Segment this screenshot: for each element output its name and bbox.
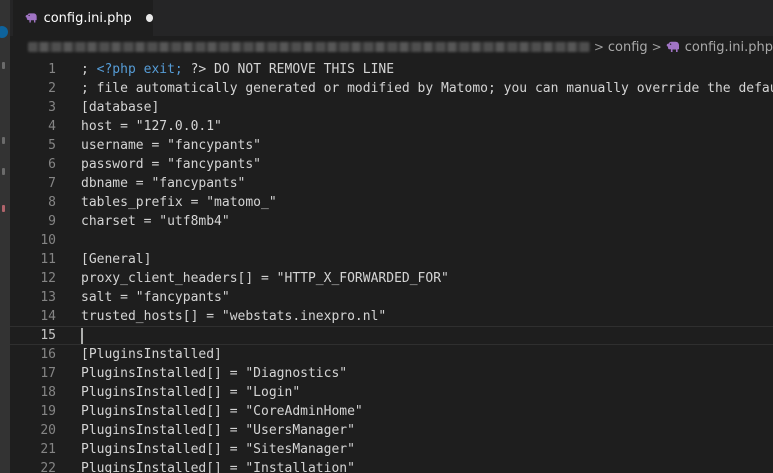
code-line[interactable]: 19 PluginsInstalled[] = "CoreAdminHome" bbox=[10, 402, 773, 421]
code-line[interactable]: 6 password = "fancypants" bbox=[10, 155, 773, 174]
code-line[interactable]: 20 PluginsInstalled[] = "UsersManager" bbox=[10, 421, 773, 440]
activity-icon[interactable] bbox=[2, 205, 5, 212]
line-number: 11 bbox=[40, 252, 56, 267]
breadcrumb-separator: > bbox=[651, 40, 662, 54]
breadcrumb-blurred-path bbox=[28, 42, 590, 52]
code-line[interactable]: 7 dbname = "fancypants" bbox=[10, 174, 773, 193]
line-text: ; <?php exit; ?> DO NOT REMOVE THIS LINE bbox=[81, 60, 394, 79]
code-line[interactable]: 14 trusted_hosts[] = "webstats.inexpro.nl… bbox=[10, 307, 773, 326]
breadcrumb: > config > config.ini.php bbox=[10, 36, 773, 58]
line-text: [database] bbox=[81, 100, 160, 115]
line-number: 20 bbox=[40, 423, 56, 438]
text-cursor bbox=[81, 328, 83, 344]
code-editor-window: config.ini.php > config > config.ini.php… bbox=[0, 0, 773, 473]
line-text: ; file automatically generated or modifi… bbox=[81, 81, 773, 96]
code-line[interactable]: 15 bbox=[10, 326, 773, 345]
line-number: 9 bbox=[48, 214, 56, 229]
code-line[interactable]: 2 ; file automatically generated or modif… bbox=[10, 79, 773, 98]
activity-icon[interactable] bbox=[2, 62, 5, 69]
line-text: [General] bbox=[81, 252, 152, 267]
code-line[interactable]: 5 username = "fancypants" bbox=[10, 136, 773, 155]
code-line[interactable]: 8 tables_prefix = "matomo_" bbox=[10, 193, 773, 212]
line-number: 2 bbox=[48, 81, 56, 96]
line-text: PluginsInstalled[] = "Diagnostics" bbox=[81, 366, 348, 381]
line-text-rest: ?> DO NOT REMOVE THIS LINE bbox=[182, 62, 395, 77]
line-number: 15 bbox=[40, 328, 56, 343]
line-text: host = "127.0.0.1" bbox=[81, 119, 222, 134]
code-line[interactable]: 22 PluginsInstalled[] = "Installation" bbox=[10, 459, 773, 473]
code-line[interactable]: 9 charset = "utf8mb4" bbox=[10, 212, 773, 231]
line-number: 21 bbox=[40, 442, 56, 457]
line-text: PluginsInstalled[] = "SitesManager" bbox=[81, 442, 355, 457]
line-text: tables_prefix = "matomo_" bbox=[81, 195, 277, 210]
line-number: 1 bbox=[48, 62, 56, 77]
code-line[interactable]: 12 proxy_client_headers[] = "HTTP_X_FORWA… bbox=[10, 269, 773, 288]
notification-badge[interactable] bbox=[0, 26, 8, 38]
line-text: proxy_client_headers[] = "HTTP_X_FORWARD… bbox=[81, 271, 449, 286]
php-elephant-icon bbox=[25, 13, 37, 23]
line-number: 22 bbox=[40, 461, 56, 473]
line-number: 10 bbox=[40, 233, 56, 248]
code-text-area[interactable]: 1; <?php exit; ?> DO NOT REMOVE THIS LIN… bbox=[10, 60, 773, 473]
line-text: [PluginsInstalled] bbox=[81, 347, 222, 362]
line-text: PluginsInstalled[] = "Login" bbox=[81, 385, 301, 400]
line-number: 17 bbox=[40, 366, 56, 381]
activity-icon[interactable] bbox=[2, 137, 5, 144]
line-number: 8 bbox=[48, 195, 56, 210]
line-number: 3 bbox=[48, 100, 56, 115]
semicolon-prefix: ; bbox=[81, 62, 97, 77]
unsaved-dot-icon[interactable] bbox=[145, 14, 153, 22]
breadcrumb-file-label: config.ini.php bbox=[684, 39, 773, 55]
code-line[interactable]: 3 [database] bbox=[10, 98, 773, 117]
editor-tab-bar: config.ini.php bbox=[10, 0, 773, 36]
code-line[interactable]: 13 salt = "fancypants" bbox=[10, 288, 773, 307]
tab-label: config.ini.php bbox=[43, 10, 132, 26]
line-number: 16 bbox=[40, 347, 56, 362]
line-number: 5 bbox=[48, 138, 56, 153]
line-number: 6 bbox=[48, 157, 56, 172]
line-text: PluginsInstalled[] = "Installation" bbox=[81, 461, 355, 473]
line-text: trusted_hosts[] = "webstats.inexpro.nl" bbox=[81, 309, 387, 324]
line-number: 7 bbox=[48, 176, 56, 191]
line-text: charset = "utf8mb4" bbox=[81, 214, 230, 229]
line-text: salt = "fancypants" bbox=[81, 290, 230, 305]
code-line[interactable]: 18 PluginsInstalled[] = "Login" bbox=[10, 383, 773, 402]
code-line[interactable]: 4 host = "127.0.0.1" bbox=[10, 117, 773, 136]
line-text: dbname = "fancypants" bbox=[81, 176, 246, 191]
php-elephant-icon bbox=[666, 41, 679, 52]
code-line[interactable]: 16 [PluginsInstalled] bbox=[10, 345, 773, 364]
code-line[interactable]: 10 bbox=[10, 231, 773, 250]
line-number: 12 bbox=[40, 271, 56, 286]
line-text: password = "fancypants" bbox=[81, 157, 262, 172]
editor-tab-config-ini-php[interactable]: config.ini.php bbox=[13, 0, 153, 36]
line-number: 13 bbox=[40, 290, 56, 305]
breadcrumb-file[interactable]: config.ini.php bbox=[666, 40, 773, 55]
line-number: 4 bbox=[48, 119, 56, 134]
line-number: 19 bbox=[40, 404, 56, 419]
activity-icon[interactable] bbox=[2, 168, 5, 175]
php-open-tag: <?php exit; bbox=[96, 62, 183, 77]
line-text: PluginsInstalled[] = "CoreAdminHome" bbox=[81, 404, 363, 419]
code-line[interactable]: 17 PluginsInstalled[] = "Diagnostics" bbox=[10, 364, 773, 383]
activity-bar bbox=[0, 0, 10, 473]
breadcrumb-separator: > bbox=[593, 40, 604, 54]
line-text: username = "fancypants" bbox=[81, 138, 262, 153]
line-number: 18 bbox=[40, 385, 56, 400]
breadcrumb-folder-config[interactable]: config bbox=[608, 40, 648, 55]
line-text: PluginsInstalled[] = "UsersManager" bbox=[81, 423, 355, 438]
line-number: 14 bbox=[40, 309, 56, 324]
code-line[interactable]: 21 PluginsInstalled[] = "SitesManager" bbox=[10, 440, 773, 459]
code-line[interactable]: 11 [General] bbox=[10, 250, 773, 269]
code-line[interactable]: 1; <?php exit; ?> DO NOT REMOVE THIS LIN… bbox=[10, 60, 773, 79]
